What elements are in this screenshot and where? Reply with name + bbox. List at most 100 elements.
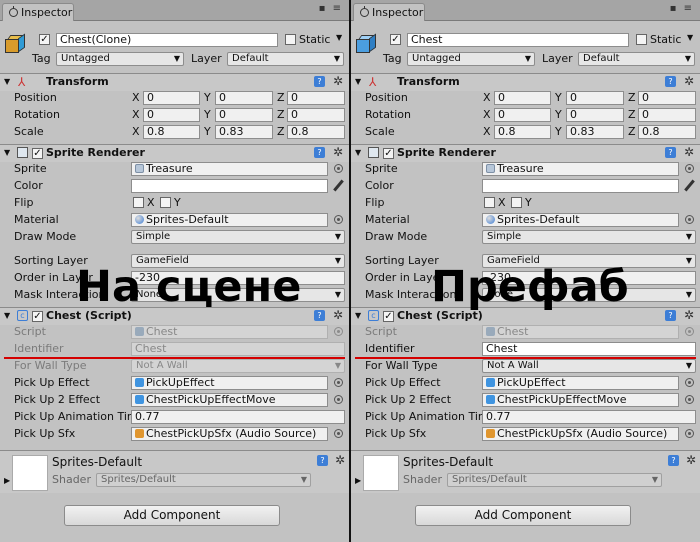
static-checkbox[interactable] — [636, 34, 647, 45]
rotation-z-field[interactable]: 0 — [287, 108, 345, 122]
color-field[interactable] — [131, 179, 328, 193]
scale-z-field[interactable]: 0.8 — [638, 125, 696, 139]
layer-dropdown[interactable]: Default ▼ — [578, 52, 695, 66]
foldout-icon[interactable]: ▶ — [355, 476, 361, 485]
shader-dropdown[interactable]: Sprites/Default ▼ — [96, 473, 311, 487]
object-picker-icon[interactable] — [685, 378, 694, 387]
foldout-icon[interactable]: ▼ — [4, 311, 10, 320]
foldout-icon[interactable]: ▼ — [355, 77, 361, 86]
transform-header[interactable]: ▼ ⅄ Transform ? ✲ — [351, 73, 700, 91]
flip-y-checkbox[interactable] — [160, 197, 171, 208]
draw-mode-dropdown[interactable]: Simple ▼ — [131, 230, 345, 244]
gear-icon[interactable]: ✲ — [684, 145, 694, 159]
scale-x-field[interactable]: 0.8 — [143, 125, 200, 139]
enabled-checkbox[interactable]: ✓ — [32, 311, 43, 322]
pickup-effect-field[interactable]: PickUpEffect — [482, 376, 679, 390]
static-dropdown-icon[interactable]: ▼ — [336, 33, 342, 42]
window-menu-icon[interactable]: ▪ ≡ — [670, 3, 694, 14]
help-icon[interactable]: ? — [665, 310, 676, 321]
object-picker-icon[interactable] — [334, 164, 343, 173]
tag-dropdown[interactable]: Untagged ▼ — [56, 52, 184, 66]
flip-x-checkbox[interactable] — [484, 197, 495, 208]
object-picker-icon[interactable] — [685, 164, 694, 173]
object-picker-icon[interactable] — [685, 429, 694, 438]
sprite-field[interactable]: Treasure — [482, 162, 679, 176]
tag-dropdown[interactable]: Untagged ▼ — [407, 52, 535, 66]
material-field[interactable]: Sprites-Default — [482, 213, 679, 227]
add-component-button[interactable]: Add Component — [64, 505, 280, 526]
enabled-checkbox[interactable]: ✓ — [32, 148, 43, 159]
object-picker-icon[interactable] — [334, 378, 343, 387]
help-icon[interactable]: ? — [314, 76, 325, 87]
help-icon[interactable]: ? — [317, 455, 328, 466]
object-picker-icon[interactable] — [334, 215, 343, 224]
scale-y-field[interactable]: 0.83 — [566, 125, 624, 139]
for-wall-type-dropdown[interactable]: Not A Wall ▼ — [482, 359, 696, 373]
object-picker-icon[interactable] — [334, 429, 343, 438]
position-z-field[interactable]: 0 — [638, 91, 696, 105]
gear-icon[interactable]: ✲ — [335, 453, 345, 467]
position-z-field[interactable]: 0 — [287, 91, 345, 105]
object-name-field[interactable]: Chest(Clone) — [56, 33, 278, 47]
object-picker-icon[interactable] — [685, 215, 694, 224]
position-y-field[interactable]: 0 — [215, 91, 273, 105]
tab-inspector[interactable]: Inspector — [2, 3, 74, 21]
eyedropper-icon[interactable] — [332, 180, 344, 192]
gear-icon[interactable]: ✲ — [684, 308, 694, 322]
eyedropper-icon[interactable] — [683, 180, 695, 192]
identifier-field[interactable]: Chest — [482, 342, 696, 356]
object-name-field[interactable]: Chest — [407, 33, 629, 47]
window-menu-icon[interactable]: ▪ ≡ — [319, 3, 343, 14]
position-x-field[interactable]: 0 — [143, 91, 200, 105]
gear-icon[interactable]: ✲ — [333, 308, 343, 322]
static-checkbox[interactable] — [285, 34, 296, 45]
object-picker-icon[interactable] — [334, 395, 343, 404]
tab-inspector[interactable]: Inspector — [353, 3, 425, 21]
rotation-y-field[interactable]: 0 — [215, 108, 273, 122]
position-y-field[interactable]: 0 — [566, 91, 624, 105]
rotation-x-field[interactable]: 0 — [143, 108, 200, 122]
help-icon[interactable]: ? — [668, 455, 679, 466]
pickup-sfx-field[interactable]: ChestPickUpSfx (Audio Source) — [131, 427, 328, 441]
foldout-icon[interactable]: ▶ — [4, 476, 10, 485]
shader-dropdown[interactable]: Sprites/Default ▼ — [447, 473, 662, 487]
pickup-effect-field[interactable]: PickUpEffect — [131, 376, 328, 390]
pickup-sfx-field[interactable]: ChestPickUpSfx (Audio Source) — [482, 427, 679, 441]
active-checkbox[interactable]: ✓ — [39, 34, 50, 45]
foldout-icon[interactable]: ▼ — [4, 148, 10, 157]
add-component-button[interactable]: Add Component — [415, 505, 631, 526]
rotation-z-field[interactable]: 0 — [638, 108, 696, 122]
rotation-y-field[interactable]: 0 — [566, 108, 624, 122]
help-icon[interactable]: ? — [665, 147, 676, 158]
scale-z-field[interactable]: 0.8 — [287, 125, 345, 139]
color-field[interactable] — [482, 179, 679, 193]
static-dropdown-icon[interactable]: ▼ — [687, 33, 693, 42]
position-x-field[interactable]: 0 — [494, 91, 551, 105]
object-picker-icon[interactable] — [685, 395, 694, 404]
foldout-icon[interactable]: ▼ — [355, 311, 361, 320]
sprite-field[interactable]: Treasure — [131, 162, 328, 176]
material-field[interactable]: Sprites-Default — [131, 213, 328, 227]
pickup-animation-time-field[interactable]: 0.77 — [482, 410, 696, 424]
sprite-renderer-header[interactable]: ▼ ✓ Sprite Renderer ? ✲ — [351, 144, 700, 162]
foldout-icon[interactable]: ▼ — [4, 77, 10, 86]
pickup2-effect-field[interactable]: ChestPickUpEffectMove — [131, 393, 328, 407]
active-checkbox[interactable]: ✓ — [390, 34, 401, 45]
gear-icon[interactable]: ✲ — [684, 74, 694, 88]
flip-y-checkbox[interactable] — [511, 197, 522, 208]
gear-icon[interactable]: ✲ — [686, 453, 696, 467]
gear-icon[interactable]: ✲ — [333, 145, 343, 159]
scale-x-field[interactable]: 0.8 — [494, 125, 551, 139]
enabled-checkbox[interactable]: ✓ — [383, 311, 394, 322]
gear-icon[interactable]: ✲ — [333, 74, 343, 88]
pickup-animation-time-field[interactable]: 0.77 — [131, 410, 345, 424]
pickup2-effect-field[interactable]: ChestPickUpEffectMove — [482, 393, 679, 407]
help-icon[interactable]: ? — [665, 76, 676, 87]
rotation-x-field[interactable]: 0 — [494, 108, 551, 122]
help-icon[interactable]: ? — [314, 147, 325, 158]
draw-mode-dropdown[interactable]: Simple ▼ — [482, 230, 696, 244]
layer-dropdown[interactable]: Default ▼ — [227, 52, 344, 66]
flip-x-checkbox[interactable] — [133, 197, 144, 208]
enabled-checkbox[interactable]: ✓ — [383, 148, 394, 159]
scale-y-field[interactable]: 0.83 — [215, 125, 273, 139]
